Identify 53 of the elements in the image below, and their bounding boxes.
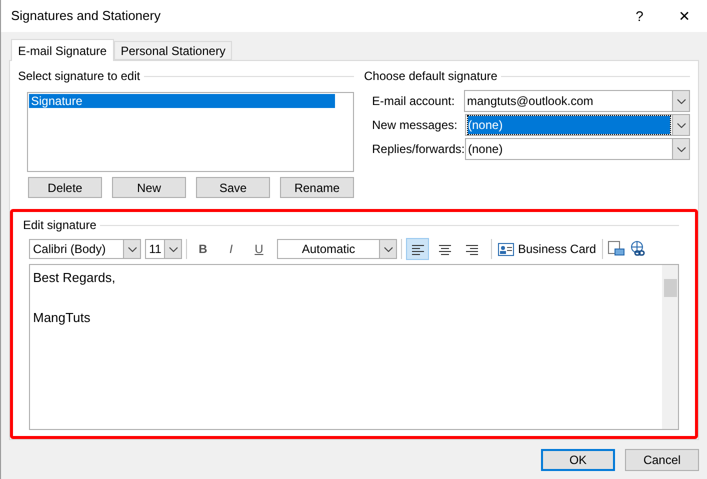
dropdown-value: (none) <box>468 141 503 158</box>
align-center-icon <box>438 244 452 254</box>
size-dropdown[interactable]: 11 <box>145 239 182 259</box>
align-left-button[interactable] <box>406 238 429 260</box>
window-title: Signatures and Stationery <box>11 7 162 26</box>
dropdown-button[interactable] <box>672 115 689 135</box>
chevron-down-icon <box>128 246 136 252</box>
field-label: New messages: <box>372 117 458 134</box>
dropdown-value: (none) <box>468 116 670 134</box>
font-dropdown[interactable]: Calibri (Body) <box>29 239 141 259</box>
chevron-down-icon <box>384 246 392 252</box>
dropdown-field[interactable]: mangtuts@outlook.com <box>464 90 690 112</box>
bold-button[interactable]: B <box>191 240 215 258</box>
close-button[interactable]: ✕ <box>662 0 707 32</box>
editor-paragraph: MangTuts <box>33 309 90 327</box>
italic-button[interactable]: I <box>219 240 243 258</box>
list-item[interactable]: Signature <box>29 94 335 108</box>
editor-paragraph: Best Regards, <box>33 269 116 287</box>
business-card-button[interactable]: Business Card <box>496 240 598 258</box>
underline-button[interactable]: U <box>247 240 271 258</box>
dropdown-button[interactable] <box>672 139 689 159</box>
dialog-button[interactable]: Cancel <box>625 449 699 471</box>
dropdown-field[interactable]: (none) <box>465 138 690 160</box>
scrollbar-thumb <box>664 279 676 297</box>
chevron-down-icon <box>168 246 178 252</box>
group-label: Choose default signature <box>364 68 498 85</box>
dropdown-button[interactable] <box>123 240 140 258</box>
dropdown-field[interactable]: (none) <box>465 114 690 136</box>
dropdown-value: mangtuts@outlook.com <box>467 93 594 110</box>
picture-icon[interactable] <box>607 240 626 258</box>
color-dropdown[interactable]: Automatic <box>277 239 397 259</box>
tab[interactable]: Personal Stationery <box>114 41 232 60</box>
contact-card-icon <box>498 242 514 256</box>
group-label: Select signature to edit <box>18 68 140 85</box>
field-label: E-mail account: <box>372 93 456 110</box>
dropdown-button[interactable] <box>672 91 689 111</box>
chevron-down-icon <box>676 98 686 104</box>
dialog-button[interactable]: Delete <box>28 177 102 198</box>
dropdown-button[interactable] <box>164 240 181 258</box>
dialog-button[interactable]: New <box>112 177 186 198</box>
dialog-button[interactable]: Rename <box>280 177 354 198</box>
signature-editor[interactable]: Best Regards, MangTuts <box>29 264 679 430</box>
dialog-button[interactable]: Save <box>196 177 270 198</box>
dialog-button[interactable]: OK <box>541 449 615 471</box>
chevron-down-icon <box>676 146 686 152</box>
group-label: Edit signature <box>23 217 96 234</box>
chevron-down-icon <box>676 122 686 128</box>
align-right-icon <box>464 244 478 254</box>
help-button[interactable]: ? <box>617 0 662 32</box>
align-left-icon <box>410 244 424 254</box>
tab[interactable]: E-mail Signature <box>11 39 114 61</box>
dropdown-button[interactable] <box>379 240 396 258</box>
hyperlink-icon[interactable] <box>629 240 648 258</box>
